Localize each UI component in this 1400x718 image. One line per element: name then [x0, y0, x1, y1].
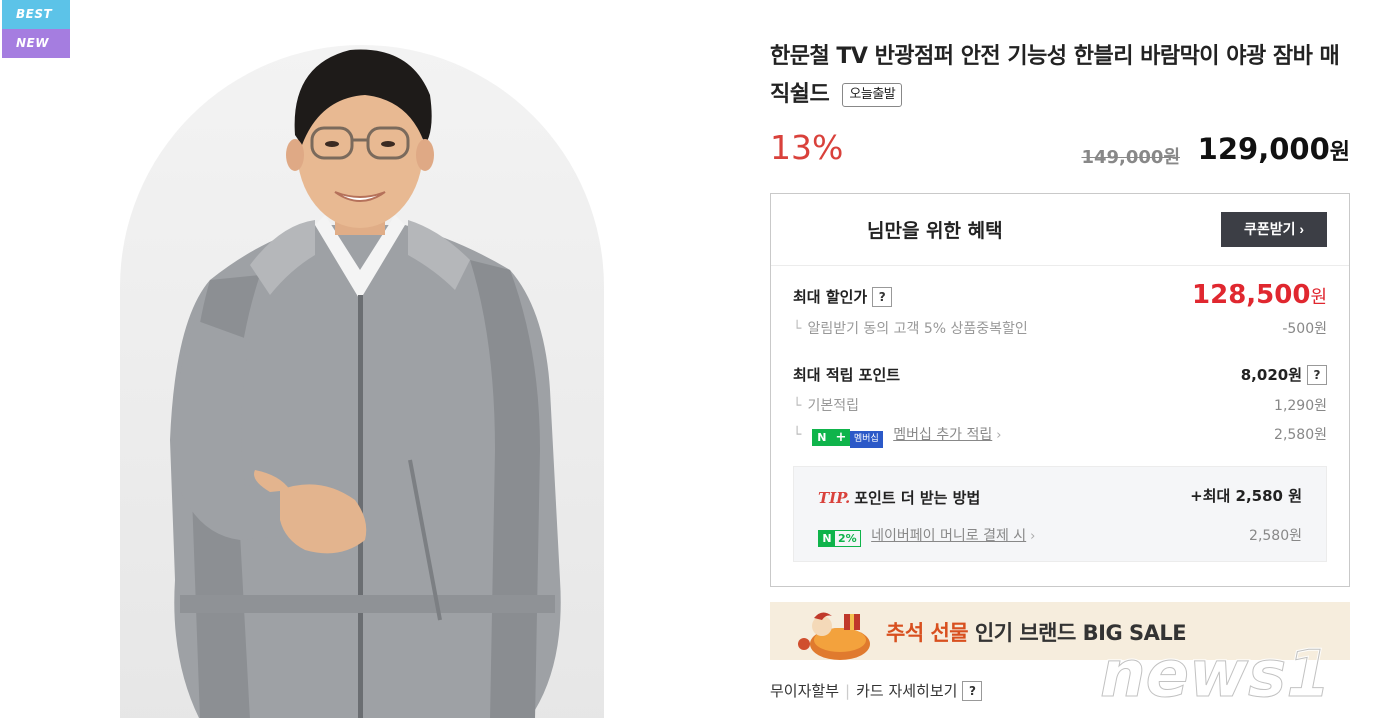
max-points-help-icon[interactable]: ? — [1307, 365, 1327, 385]
naverpay-money-value: 2,580원 — [1249, 528, 1302, 544]
naverpay-money-row: N 2% 네이버페이 머니로 결제 시 › 2,580원 — [818, 525, 1302, 547]
max-discount-sub-value: -500원 — [1282, 321, 1327, 337]
installment-link[interactable]: 무이자할부 — [770, 682, 839, 700]
svg-text:news1: news1 — [1100, 638, 1331, 712]
product-info-panel: 한문철 TV 반광점퍼 안전 기능성 한블리 바람막이 야광 잠바 매직쉴드 오… — [770, 0, 1350, 718]
membership-points-row: └ N + 멤버십 멤버십 추가 적립 › 2,580원 — [793, 424, 1327, 448]
sale-price-unit: 원 — [1329, 140, 1350, 165]
discount-rate: 13% — [770, 128, 844, 167]
max-discount-sub-row: └ 알림받기 동의 고객 5% 상품중복할인 -500원 — [793, 318, 1327, 338]
sale-price: 129,000원 — [1198, 132, 1350, 166]
max-discount-help-icon[interactable]: ? — [872, 287, 893, 307]
max-discount-price: 128,500원 — [1192, 280, 1327, 310]
max-discount-sub-label: 알림받기 동의 고객 5% 상품중복할인 — [807, 321, 1028, 337]
gift-character-icon — [798, 612, 870, 660]
tip-max-points: +최대 2,580 원 — [1190, 487, 1302, 505]
tip-title: TIP. 포인트 더 받는 방법 — [818, 489, 981, 507]
best-badge: BEST — [2, 0, 70, 29]
naverpay-money-link[interactable]: 네이버페이 머니로 결제 시 — [871, 528, 1026, 544]
chevron-right-icon: › — [996, 428, 1002, 443]
max-points-value-wrap: 8,020원? — [1241, 364, 1327, 385]
payment-links: 무이자할부 | 카드 자세히보기? — [770, 680, 983, 701]
basic-points-row: └ 기본적립 1,290원 — [793, 395, 1327, 415]
basic-points-value: 1,290원 — [1274, 398, 1327, 414]
benefit-title: 님만을 위한 혜택 — [867, 220, 1003, 242]
card-help-icon[interactable]: ? — [962, 681, 983, 701]
naver-plus-membership-badge: N + 멤버십 — [811, 429, 883, 448]
membership-points-value: 2,580원 — [1274, 427, 1327, 443]
benefit-header: 님만을 위한 혜택 쿠폰받기 › — [771, 194, 1349, 266]
news1-watermark-logo: news1 news1 — [1100, 637, 1332, 713]
benefit-box: 님만을 위한 혜택 쿠폰받기 › 최대 할인가? 128,500원 └ 알림받기 … — [770, 193, 1350, 587]
max-points-value: 8,020원 — [1240, 366, 1302, 384]
naver-2pct-badge: N 2% — [818, 530, 861, 547]
today-shipping-tag: 오늘출발 — [842, 83, 903, 107]
max-points-label: 최대 적립 포인트 — [793, 366, 901, 384]
chevron-right-icon: › — [1030, 529, 1036, 544]
card-detail-link[interactable]: 카드 자세히보기 — [856, 682, 957, 700]
original-price: 149,000원 — [1081, 147, 1180, 168]
product-model-photo — [170, 49, 561, 718]
tip-box: TIP. 포인트 더 받는 방법 +최대 2,580 원 N 2% 네이버페이 머니… — [793, 466, 1327, 562]
membership-extra-points-link[interactable]: 멤버십 추가 적립 — [893, 427, 992, 443]
basic-points-label: 기본적립 — [807, 398, 859, 414]
product-title: 한문철 TV 반광점퍼 안전 기능성 한블리 바람막이 야광 잠바 매직쉴드 오… — [770, 38, 1350, 114]
max-discount-label: 최대 할인가? — [793, 286, 893, 307]
new-badge: NEW — [2, 29, 70, 58]
sale-price-number: 129,000 — [1197, 132, 1330, 166]
product-image-area — [0, 0, 740, 718]
get-coupon-button[interactable]: 쿠폰받기 › — [1221, 212, 1327, 247]
product-badges: BEST NEW — [2, 0, 70, 58]
